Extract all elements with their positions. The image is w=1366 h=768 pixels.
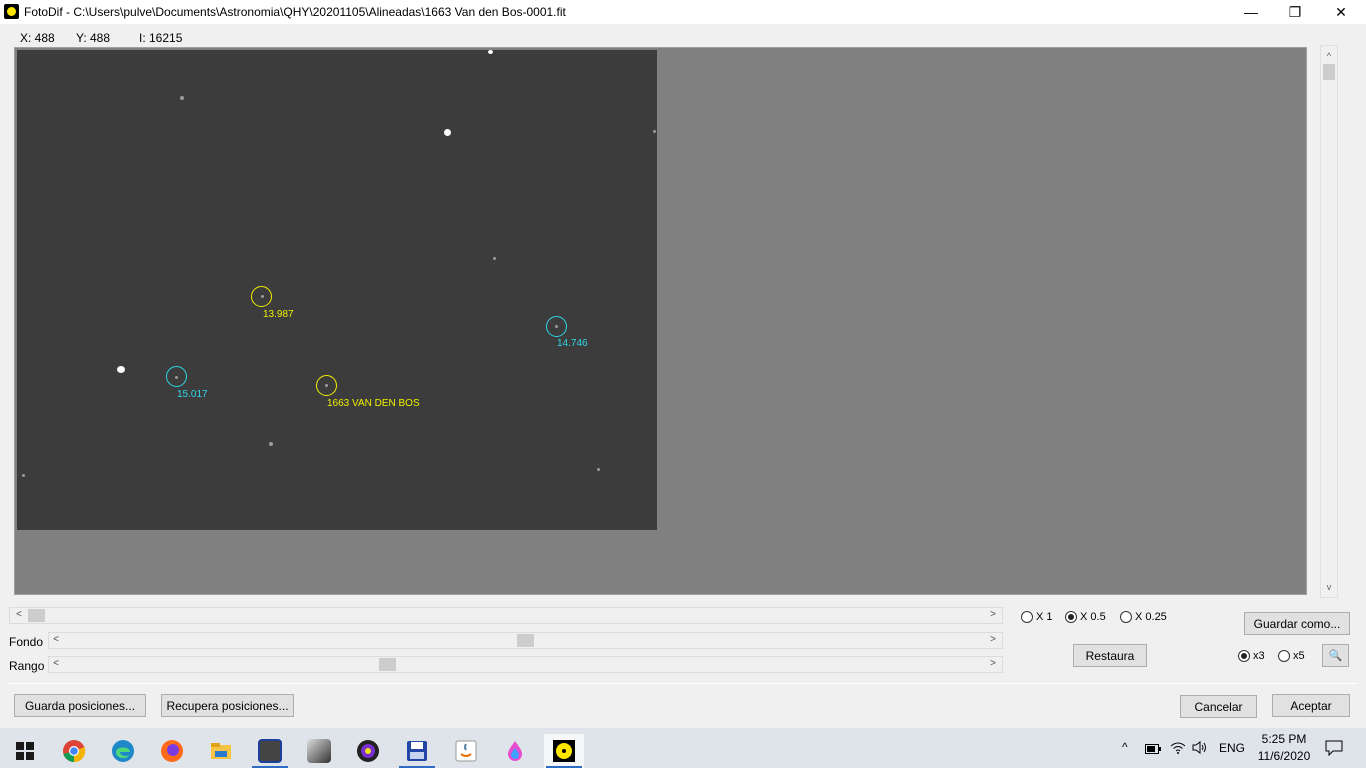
guarda-posiciones-button[interactable]: Guarda posiciones...: [14, 694, 146, 717]
fotodif-app-icon: [4, 4, 19, 19]
slider-right-arrow[interactable]: >: [986, 633, 1000, 648]
radio-indicator: [1238, 650, 1250, 662]
fondo-label: Fondo: [9, 635, 44, 649]
magnify-x3-radio[interactable]: x3: [1238, 650, 1265, 662]
rango-label: Rango: [9, 659, 45, 673]
radio-label: X 0.5: [1080, 611, 1106, 623]
scroll-thumb[interactable]: [1323, 64, 1335, 80]
zoom-x025-radio[interactable]: X 0.25: [1120, 611, 1167, 623]
chrome-icon[interactable]: [54, 734, 94, 768]
taskbar: [0, 728, 1366, 768]
cancelar-button[interactable]: Cancelar: [1180, 695, 1257, 718]
star: [180, 96, 184, 100]
zoom-x05-radio[interactable]: X 0.5: [1065, 611, 1106, 623]
close-button[interactable]: ✕: [1318, 0, 1364, 24]
volume-icon[interactable]: [1192, 741, 1208, 757]
y-coordinate: Y: 488: [76, 31, 111, 45]
radio-label: x3: [1253, 650, 1265, 662]
star: [597, 468, 600, 471]
magnifier-icon: 🔍: [1328, 650, 1343, 662]
minimize-button[interactable]: —: [1228, 0, 1274, 24]
tray-overflow-icon[interactable]: ^: [1122, 740, 1128, 754]
radio-indicator: [1278, 650, 1290, 662]
star: [444, 129, 451, 136]
title-bar: FotoDif - C:\Users\pulve\Documents\Astro…: [0, 0, 1366, 24]
notifications-icon[interactable]: [1325, 740, 1343, 759]
x-coordinate: X: 488: [20, 31, 55, 45]
recupera-posiciones-button[interactable]: Recupera posiciones...: [161, 694, 294, 717]
star: [22, 474, 25, 477]
app-icon-1[interactable]: [250, 734, 290, 768]
scroll-down-arrow[interactable]: v: [1321, 579, 1337, 595]
slider-right-arrow[interactable]: >: [986, 657, 1000, 672]
app-icon-2[interactable]: [299, 734, 339, 768]
marker-label: 14.746: [557, 338, 588, 349]
guardar-como-button[interactable]: Guardar como...: [1244, 612, 1350, 635]
restaura-button[interactable]: Restaura: [1073, 644, 1147, 667]
star: [653, 130, 656, 133]
fotodif-taskbar-icon[interactable]: [544, 734, 584, 768]
radio-indicator: [1021, 611, 1033, 623]
target-star-marker[interactable]: [316, 375, 337, 396]
marker-label: 15.017: [177, 389, 208, 400]
radio-label: X 1: [1036, 611, 1053, 623]
intensity-value: I: 16215: [139, 31, 183, 45]
scroll-up-arrow[interactable]: ^: [1321, 48, 1337, 64]
language-indicator[interactable]: ENG: [1219, 741, 1245, 755]
astronomy-image[interactable]: 13.987 14.746 15.017 1663 VAN DEN BOS: [17, 50, 657, 530]
wifi-icon[interactable]: [1170, 741, 1186, 757]
clock-time: 5:25 PM: [1261, 732, 1307, 746]
slider-left-arrow[interactable]: <: [49, 657, 63, 672]
marker-label: 1663 VAN DEN BOS: [327, 398, 420, 409]
rango-slider-thumb[interactable]: [379, 658, 396, 671]
separator: [8, 683, 1358, 684]
maximize-button[interactable]: ❐: [1272, 0, 1318, 24]
magnifier-button[interactable]: 🔍: [1322, 644, 1349, 667]
fondo-slider-thumb[interactable]: [517, 634, 534, 647]
zoom-x1-radio[interactable]: X 1: [1021, 611, 1053, 623]
vertical-scrollbar[interactable]: ^ v: [1320, 45, 1338, 598]
image-viewport[interactable]: 13.987 14.746 15.017 1663 VAN DEN BOS: [14, 47, 1307, 595]
slider-left-arrow[interactable]: <: [49, 633, 63, 648]
star: [493, 257, 496, 260]
magnify-x5-radio[interactable]: x5: [1278, 650, 1305, 662]
window-title: FotoDif - C:\Users\pulve\Documents\Astro…: [24, 5, 566, 19]
check-star-marker[interactable]: [166, 366, 187, 387]
fondo-slider[interactable]: < >: [48, 632, 1003, 649]
battery-icon[interactable]: [1145, 743, 1161, 757]
radio-label: x5: [1293, 650, 1305, 662]
radio-indicator: [1065, 611, 1077, 623]
app-drop-icon[interactable]: [495, 734, 535, 768]
scroll-thumb[interactable]: [28, 609, 45, 622]
horizontal-scrollbar[interactable]: < >: [9, 607, 1003, 624]
file-explorer-icon[interactable]: [201, 734, 241, 768]
star: [269, 442, 273, 446]
clock-date: 11/6/2020: [1257, 749, 1311, 763]
java-icon[interactable]: [446, 734, 486, 768]
star: [117, 366, 125, 373]
comparison-star-marker[interactable]: [251, 286, 272, 307]
clock[interactable]: 5:25 PM 11/6/2020: [1252, 731, 1316, 765]
star: [488, 50, 493, 54]
scroll-right-arrow[interactable]: >: [986, 608, 1000, 623]
aceptar-button[interactable]: Aceptar: [1272, 694, 1350, 717]
check-star-marker[interactable]: [546, 316, 567, 337]
radio-label: X 0.25: [1135, 611, 1167, 623]
marker-label: 13.987: [263, 309, 294, 320]
windows-start-icon[interactable]: [5, 734, 45, 768]
floppy-save-icon[interactable]: [397, 734, 437, 768]
firefox-icon[interactable]: [152, 734, 192, 768]
app-icon-3[interactable]: [348, 734, 388, 768]
scroll-left-arrow[interactable]: <: [12, 608, 26, 623]
rango-slider[interactable]: < >: [48, 656, 1003, 673]
radio-indicator: [1120, 611, 1132, 623]
edge-icon[interactable]: [103, 734, 143, 768]
